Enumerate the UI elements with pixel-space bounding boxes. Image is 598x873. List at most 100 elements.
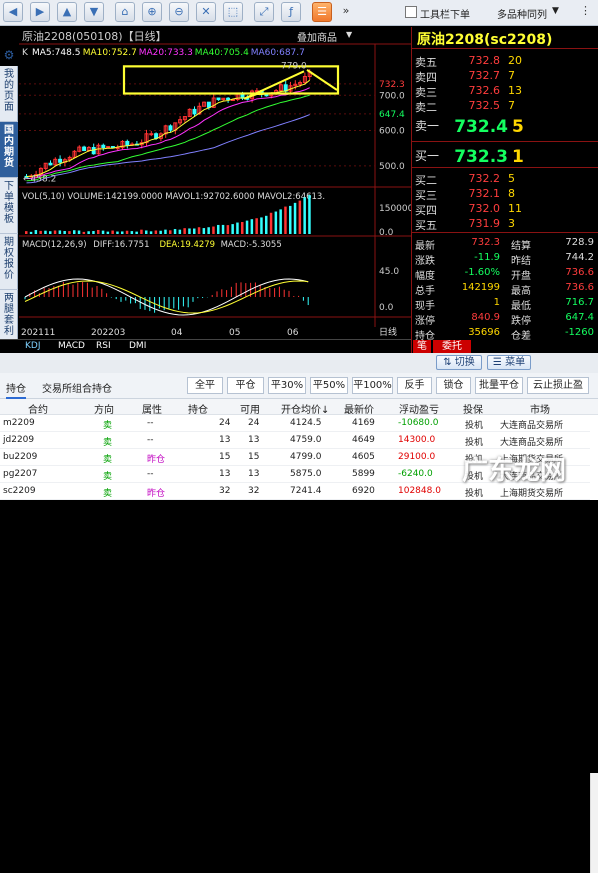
price-tick: 732.3	[379, 80, 405, 90]
col-contract[interactable]: 合约	[28, 401, 48, 416]
stat-label: 昨结	[511, 256, 531, 267]
bid-row[interactable]: 买五 731.9 3	[412, 217, 598, 232]
bid-row[interactable]: 买二 732.2 5	[412, 172, 598, 187]
period-label[interactable]: 日线	[379, 326, 397, 338]
ask-row[interactable]: 卖四 732.7 7	[412, 69, 598, 84]
formula-icon[interactable]: ƒ	[281, 2, 301, 22]
chevron-right-icon[interactable]: »	[339, 2, 353, 22]
bid-row[interactable]: 买一 732.3 1	[412, 147, 598, 169]
kline-chart[interactable]: 732.3 700.0 647.4 600.0 500.0 779.0 ←458.2 K MA5…	[19, 27, 411, 339]
tab-macd[interactable]: MACD	[55, 341, 88, 351]
volume-bar	[140, 229, 143, 234]
candle-body	[82, 146, 87, 151]
tab-combo-positions[interactable]: 交易所组合持仓	[42, 380, 112, 395]
col-market[interactable]: 市场	[530, 401, 550, 416]
cell-contract: m2209	[3, 418, 35, 428]
date-label: 06	[287, 328, 299, 338]
vol-tick: 150000.	[379, 204, 411, 214]
close-100-button[interactable]: 平100%	[352, 377, 393, 394]
chevron-down-icon[interactable]: ▼	[552, 6, 559, 16]
ask-row[interactable]: 卖三 732.6 13	[412, 84, 598, 99]
cell-attr: 昨仓	[147, 455, 166, 465]
home-icon[interactable]: ⌂	[115, 2, 135, 22]
positions-tabs: 持仓 交易所组合持仓 全平 平仓 平30% 平50% 平100% 反手 锁仓 批量平仓 云止损止…	[0, 373, 598, 399]
zoom-out-icon[interactable]: ⊖	[169, 2, 189, 22]
ask-row[interactable]: 卖五 732.8 20	[412, 54, 598, 69]
volume-bar	[169, 230, 172, 234]
tab-positions[interactable]: 持仓	[6, 380, 26, 399]
switch-button[interactable]: ⇅ 切换	[436, 355, 482, 370]
volume-bar	[245, 220, 249, 234]
back-icon[interactable]: ◀	[3, 2, 23, 22]
batch-close-button[interactable]: 批量平仓	[475, 377, 523, 394]
lock-button[interactable]: 锁仓	[436, 377, 471, 394]
col-direction[interactable]: 方向	[94, 401, 114, 416]
col-last-price[interactable]: 最新价	[344, 401, 374, 416]
expand-icon[interactable]: ⤢	[254, 2, 274, 22]
close-30-button[interactable]: 平30%	[268, 377, 306, 394]
volume-bar	[154, 230, 158, 234]
stat-label: 总手	[415, 286, 435, 297]
bid-row[interactable]: 买三 732.1 8	[412, 187, 598, 202]
cloud-stop-button[interactable]: 云止损止盈	[527, 377, 589, 394]
ask-row[interactable]: 卖一 732.4 5	[412, 117, 598, 139]
close-50-button[interactable]: 平50%	[310, 377, 348, 394]
tab-rsi[interactable]: RSI	[93, 341, 114, 351]
forward-icon[interactable]: ▶	[30, 2, 50, 22]
volume-bar	[226, 225, 230, 234]
ask-price: 732.4	[454, 117, 508, 137]
more-icon[interactable]: ⋮	[580, 4, 591, 17]
cross-cursor-icon[interactable]: ✕	[196, 2, 216, 22]
tab-orders[interactable]: 委托	[433, 340, 471, 353]
volume-bar	[260, 217, 263, 234]
col-available[interactable]: 可用	[240, 401, 260, 416]
price-tick: 700.0	[379, 91, 405, 101]
reverse-button[interactable]: 反手	[397, 377, 432, 394]
stat-label: 开盘	[511, 271, 531, 282]
tab-tick[interactable]: 笔	[413, 340, 431, 353]
gear-icon[interactable]: ⚙	[0, 48, 18, 66]
nav-item-options-quote[interactable]: 期权报价	[0, 234, 18, 290]
close-button[interactable]: 平仓	[227, 377, 264, 394]
col-avg-price[interactable]: 开仓均价↓	[281, 401, 329, 416]
col-position[interactable]: 持仓	[188, 401, 208, 416]
bid-row[interactable]: 买四 732.0 11	[412, 202, 598, 217]
close-all-button[interactable]: 全平	[187, 377, 223, 394]
table-row[interactable]: jd2209 卖 -- 13 13 4759.0 4649 14300.0 投机 大连商品交易所	[0, 432, 590, 449]
chevron-down-icon[interactable]: ▼	[346, 30, 352, 39]
cell-avail: 13	[248, 469, 260, 479]
menu-button[interactable]: ☰ 菜单	[487, 355, 531, 370]
col-hedge[interactable]: 投保	[463, 401, 483, 416]
tab-dmi[interactable]: DMI	[126, 341, 149, 351]
nav-item-spread-arbitrage[interactable]: 两腿套利	[0, 290, 18, 346]
cell-pos: 32	[219, 486, 231, 496]
tab-kdj[interactable]: KDJ	[22, 341, 44, 351]
list-icon[interactable]: ☰	[312, 2, 332, 22]
cell-contract: jd2209	[3, 435, 35, 445]
nav-item-domestic-futures[interactable]: 国内期货	[0, 122, 18, 178]
col-attribute[interactable]: 属性	[142, 401, 162, 416]
ask-label: 卖三	[415, 86, 437, 99]
macd-header: MACD(12,26,9)	[22, 240, 87, 250]
select-icon[interactable]: ⬚	[223, 2, 243, 22]
table-row[interactable]: m2209 卖 -- 24 24 4124.5 4169 -10680.0 投机 大连商品交易所	[0, 415, 590, 432]
toolbar-order-checkbox[interactable]	[405, 6, 417, 18]
multi-column-dropdown[interactable]: 多品种同列	[497, 6, 547, 21]
price-tick: 600.0	[379, 127, 405, 137]
cell-market: 上海期货交易所	[500, 489, 564, 499]
ask-label: 卖二	[415, 101, 437, 114]
cell-attr: --	[147, 469, 154, 479]
down-icon[interactable]: ▼	[84, 2, 104, 22]
cell-avg: 7241.4	[290, 486, 322, 496]
stat-value: -1260	[564, 327, 594, 338]
candle-body	[216, 97, 221, 101]
zoom-in-icon[interactable]: ⊕	[142, 2, 162, 22]
up-icon[interactable]: ▲	[57, 2, 77, 22]
nav-item-order-template[interactable]: 下单模板	[0, 178, 18, 234]
nav-item-my-page[interactable]: 我的页面	[0, 66, 18, 122]
cell-avg: 4799.0	[290, 452, 322, 462]
scrollbar[interactable]	[590, 773, 598, 873]
high-label: 779.0	[281, 61, 307, 71]
col-pnl[interactable]: 浮动盈亏	[399, 401, 439, 416]
ask-row[interactable]: 卖二 732.5 7	[412, 99, 598, 114]
